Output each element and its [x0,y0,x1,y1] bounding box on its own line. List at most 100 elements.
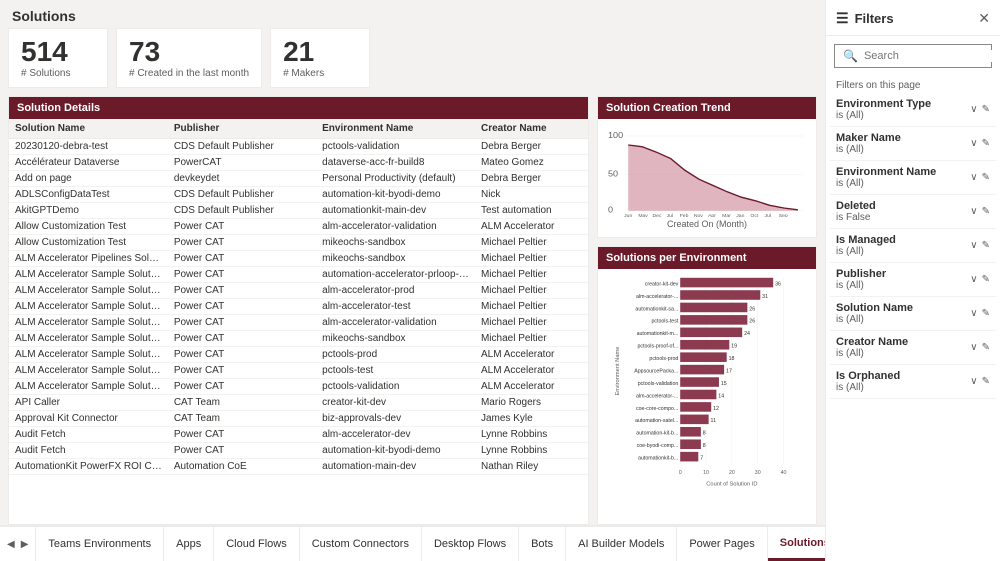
filter-chevron-icon[interactable]: ∨ [970,274,977,285]
filters-close-button[interactable]: ✕ [978,10,990,27]
svg-text:automation-satel...: automation-satel... [635,418,678,424]
filters-panel: ☰ Filters ✕ 🔍 Filters on this page Envir… [825,0,1000,561]
table-row: Approval Kit ConnectorCAT Teambiz-approv… [9,410,588,426]
filter-item-solution-name[interactable]: Solution Name is (All) ∨ ✎ [830,297,996,331]
col-solution-name: Solution Name [9,119,168,139]
kpi-makers-label: # Makers [283,68,357,79]
kpi-last-month-label: # Created in the last month [129,68,249,79]
filter-item-environment-type[interactable]: Environment Type is (All) ∨ ✎ [830,93,996,127]
filter-chevron-icon[interactable]: ∨ [970,342,977,353]
filter-item-deleted[interactable]: Deleted is False ∨ ✎ [830,195,996,229]
svg-text:Apr: Apr [708,213,716,217]
table-row: ALM Accelerator Sample SolutionPower CAT… [9,362,588,378]
svg-text:automation-kit-b...: automation-kit-b... [636,430,678,436]
filter-item-is-orphaned[interactable]: Is Orphaned is (All) ∨ ✎ [830,365,996,399]
filters-list: Environment Type is (All) ∨ ✎ Maker Name… [826,93,1000,561]
filter-chevron-icon[interactable]: ∨ [970,104,977,115]
table-row: AutomationKit PowerFX ROI CalculatorAuto… [9,458,588,474]
table-row: ALM Accelerator Sample SolutionPower CAT… [9,346,588,362]
filter-edit-icon[interactable]: ✎ [982,342,990,353]
filter-item-is-managed[interactable]: Is Managed is (All) ∨ ✎ [830,229,996,263]
svg-text:Jan: Jan [736,213,744,217]
filters-section-label: Filters on this page [826,76,1000,93]
table-row: Allow Customization TestPower CATmikeoch… [9,234,588,250]
nav-next[interactable]: ▶ [18,539,32,550]
filter-edit-icon[interactable]: ✎ [982,104,990,115]
svg-text:coe-core-compo...: coe-core-compo... [636,406,678,412]
trend-x-label: Created On (Month) [606,219,808,229]
table-row: AkitGPTDemoCDS Default Publisherautomati… [9,202,588,218]
filter-chevron-icon[interactable]: ∨ [970,308,977,319]
svg-text:20: 20 [729,470,735,476]
nav-tab-power-pages[interactable]: Power Pages [677,527,767,561]
filter-chevron-icon[interactable]: ∨ [970,206,977,217]
nav-tab-cloud-flows[interactable]: Cloud Flows [214,527,300,561]
bottom-nav: ◀ ▶ Teams EnvironmentsAppsCloud FlowsCus… [0,525,825,561]
svg-text:May: May [638,213,648,217]
filter-edit-icon[interactable]: ✎ [982,206,990,217]
kpi-solutions-value: 514 [21,37,95,68]
table-row: ALM Accelerator Sample SolutionPower CAT… [9,298,588,314]
svg-text:Sep: Sep [779,213,788,217]
svg-text:pctools-validation: pctools-validation [638,381,679,387]
nav-tab-teams-environments[interactable]: Teams Environments [36,527,164,561]
filter-item-publisher[interactable]: Publisher is (All) ∨ ✎ [830,263,996,297]
svg-text:Jun: Jun [624,213,632,217]
filters-title: ☰ Filters [836,10,894,27]
svg-text:26: 26 [749,319,755,325]
table-row: Add on pagedevkeydetPersonal Productivit… [9,170,588,186]
svg-text:8: 8 [703,430,706,436]
table-row: ALM Accelerator Pipelines SolutionPower … [9,250,588,266]
svg-text:0: 0 [679,470,682,476]
svg-text:30: 30 [755,470,761,476]
table-row: Audit FetchPower CATalm-accelerator-devL… [9,426,588,442]
nav-arrows[interactable]: ◀ ▶ [0,527,36,561]
kpi-last-month-value: 73 [129,37,249,68]
kpi-solutions-label: # Solutions [21,68,95,79]
kpi-makers: 21 # Makers [270,28,370,88]
filter-chevron-icon[interactable]: ∨ [970,240,977,251]
table-row: ALM Accelerator Sample SolutionPower CAT… [9,378,588,394]
nav-tab-ai-builder-models[interactable]: AI Builder Models [566,527,677,561]
svg-text:creator-kit-dev: creator-kit-dev [645,281,679,287]
svg-text:automationkit-b...: automationkit-b... [638,455,678,461]
filter-edit-icon[interactable]: ✎ [982,274,990,285]
svg-text:Jul: Jul [667,213,673,217]
svg-text:10: 10 [703,470,709,476]
svg-text:0: 0 [608,205,613,214]
svg-text:alm-accelerator-...: alm-accelerator-... [636,294,678,300]
nav-tab-bots[interactable]: Bots [519,527,566,561]
filter-chevron-icon[interactable]: ∨ [970,138,977,149]
nav-tab-desktop-flows[interactable]: Desktop Flows [422,527,519,561]
filters-search-box[interactable]: 🔍 [834,44,992,68]
filters-search-input[interactable] [864,50,1000,62]
table-row: ALM Accelerator Sample SolutionPower CAT… [9,330,588,346]
svg-text:8: 8 [703,443,706,449]
nav-tab-apps[interactable]: Apps [164,527,214,561]
filter-edit-icon[interactable]: ✎ [982,172,990,183]
filter-item-maker-name[interactable]: Maker Name is (All) ∨ ✎ [830,127,996,161]
filter-item-environment-name[interactable]: Environment Name is (All) ∨ ✎ [830,161,996,195]
table-row: ADLSConfigDataTestCDS Default Publishera… [9,186,588,202]
svg-text:coe-byodi-comp...: coe-byodi-comp... [637,443,679,449]
svg-text:pctools-prod: pctools-prod [649,356,678,362]
filter-edit-icon[interactable]: ✎ [982,240,990,251]
nav-tab-solutions[interactable]: Solutions [768,527,825,561]
svg-text:pctools-test: pctools-test [651,319,678,325]
svg-text:26: 26 [749,306,755,312]
svg-text:40: 40 [781,470,787,476]
filter-edit-icon[interactable]: ✎ [982,376,990,387]
table-row: API CallerCAT Teamcreator-kit-devMario R… [9,394,588,410]
kpi-last-month: 73 # Created in the last month [116,28,262,88]
col-environment: Environment Name [316,119,475,139]
filter-chevron-icon[interactable]: ∨ [970,172,977,183]
nav-prev[interactable]: ◀ [4,539,18,550]
filter-chevron-icon[interactable]: ∨ [970,376,977,387]
svg-text:19: 19 [731,343,737,349]
nav-tab-custom-connectors[interactable]: Custom Connectors [300,527,422,561]
filter-item-creator-name[interactable]: Creator Name is (All) ∨ ✎ [830,331,996,365]
filter-edit-icon[interactable]: ✎ [982,138,990,149]
filter-edit-icon[interactable]: ✎ [982,308,990,319]
svg-text:11: 11 [711,418,717,424]
table-row: ALM Accelerator Sample SolutionPower CAT… [9,314,588,330]
